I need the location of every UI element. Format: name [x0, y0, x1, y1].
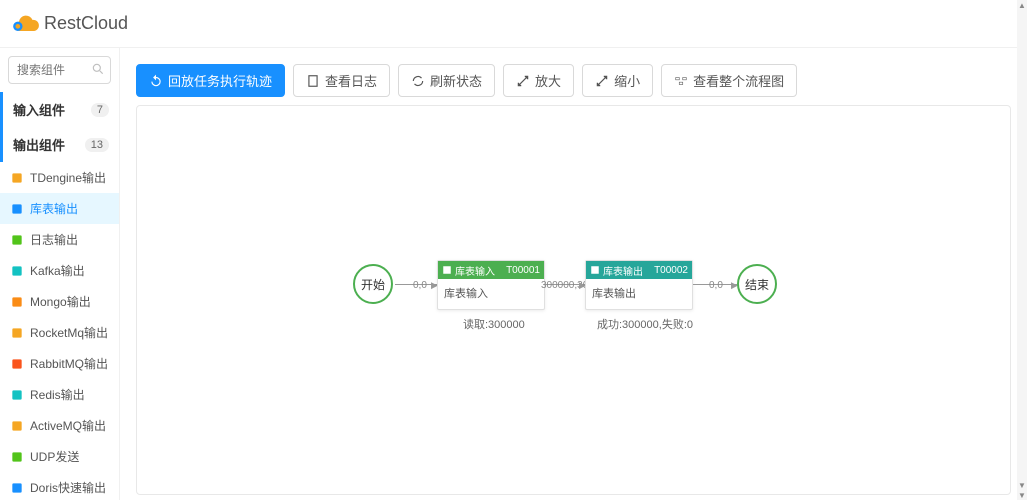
replay-icon: [149, 74, 163, 88]
component-icon: [10, 171, 24, 185]
table-icon: [442, 265, 452, 275]
zoom-out-button[interactable]: 缩小: [582, 64, 653, 97]
sidebar-item[interactable]: Doris快速输出: [0, 472, 119, 500]
flow-icon: [674, 74, 688, 88]
sidebar-item[interactable]: 日志输出: [0, 224, 119, 255]
flow-canvas[interactable]: 开始 0,0 ▶ 库表输入 T00001 库表输入 读取:300000 3000…: [136, 105, 1011, 495]
cloud-icon: [12, 10, 40, 38]
output-node[interactable]: 库表输出 T00002 库表输出: [585, 260, 693, 310]
logo: RestCloud: [12, 10, 128, 38]
sidebar-item[interactable]: RabbitMQ输出: [0, 348, 119, 379]
component-icon: [10, 326, 24, 340]
search-icon: [91, 62, 105, 76]
item-label: 库表输出: [30, 200, 78, 217]
scroll-up-icon[interactable]: ▲: [1017, 0, 1027, 10]
component-icon: [10, 481, 24, 495]
canvas-area: 回放任务执行轨迹 查看日志 刷新状态 放大 缩小 查看整个流程图: [120, 48, 1027, 500]
logs-button[interactable]: 查看日志: [293, 64, 390, 97]
file-icon: [306, 74, 320, 88]
component-icon: [10, 264, 24, 278]
sidebar-item[interactable]: 库表输出: [0, 193, 119, 224]
zoom-in-button[interactable]: 放大: [503, 64, 574, 97]
item-label: ActiveMQ输出: [30, 417, 106, 434]
sidebar-item[interactable]: RocketMq输出: [0, 317, 119, 348]
expand-icon: [516, 74, 530, 88]
edge-3-label: 0,0: [709, 280, 723, 291]
item-label: Redis输出: [30, 386, 85, 403]
component-icon: [10, 450, 24, 464]
toolbar: 回放任务执行轨迹 查看日志 刷新状态 放大 缩小 查看整个流程图: [136, 64, 1011, 97]
item-label: Mongo输出: [30, 293, 91, 310]
shrink-icon: [595, 74, 609, 88]
group-input[interactable]: 输入组件 7: [0, 92, 119, 127]
sidebar: 输入组件 7 输出组件 13 TDengine输出库表输出日志输出 Kafka输出…: [0, 48, 120, 500]
item-label: TDengine输出: [30, 169, 106, 186]
node2-stat: 成功:300000,失败:0: [597, 316, 693, 332]
refresh-button[interactable]: 刷新状态: [398, 64, 495, 97]
item-label: Doris快速输出: [30, 479, 106, 496]
start-node[interactable]: 开始: [353, 264, 393, 304]
component-icon: [10, 295, 24, 309]
sidebar-item[interactable]: Redis输出: [0, 379, 119, 410]
item-label: RocketMq输出: [30, 324, 108, 341]
sidebar-item[interactable]: UDP发送: [0, 441, 119, 472]
brand-text: RestCloud: [44, 13, 128, 34]
item-label: RabbitMQ输出: [30, 355, 108, 372]
header: RestCloud: [0, 0, 1027, 48]
sidebar-item[interactable]: TDengine输出: [0, 162, 119, 193]
input-node[interactable]: 库表输入 T00001 库表输入: [437, 260, 545, 310]
search-box: [0, 48, 119, 92]
component-icon: [10, 233, 24, 247]
item-label: UDP发送: [30, 448, 79, 465]
component-icon: [10, 388, 24, 402]
scroll-down-icon[interactable]: ▼: [1017, 490, 1027, 500]
sidebar-item[interactable]: ActiveMQ输出: [0, 410, 119, 441]
sidebar-item[interactable]: Kafka输出: [0, 255, 119, 286]
edge-1-label: 0,0: [413, 280, 427, 291]
table-icon: [590, 265, 600, 275]
scrollbar-vertical[interactable]: ▲ ▼ ▼: [1017, 0, 1027, 500]
component-icon: [10, 202, 24, 216]
component-icon: [10, 419, 24, 433]
item-label: Kafka输出: [30, 262, 85, 279]
replay-button[interactable]: 回放任务执行轨迹: [136, 64, 285, 97]
sidebar-item[interactable]: Mongo输出: [0, 286, 119, 317]
view-full-button[interactable]: 查看整个流程图: [661, 64, 797, 97]
scroll-down-icon[interactable]: ▼: [1017, 480, 1027, 490]
output-item-list: TDengine输出库表输出日志输出 Kafka输出 Mongo输出 RocketMq…: [0, 162, 119, 500]
end-node[interactable]: 结束: [737, 264, 777, 304]
component-icon: [10, 357, 24, 371]
node1-stat: 读取:300000: [463, 316, 525, 332]
item-label: 日志输出: [30, 231, 78, 248]
refresh-icon: [411, 74, 425, 88]
group-output[interactable]: 输出组件 13: [0, 127, 119, 162]
